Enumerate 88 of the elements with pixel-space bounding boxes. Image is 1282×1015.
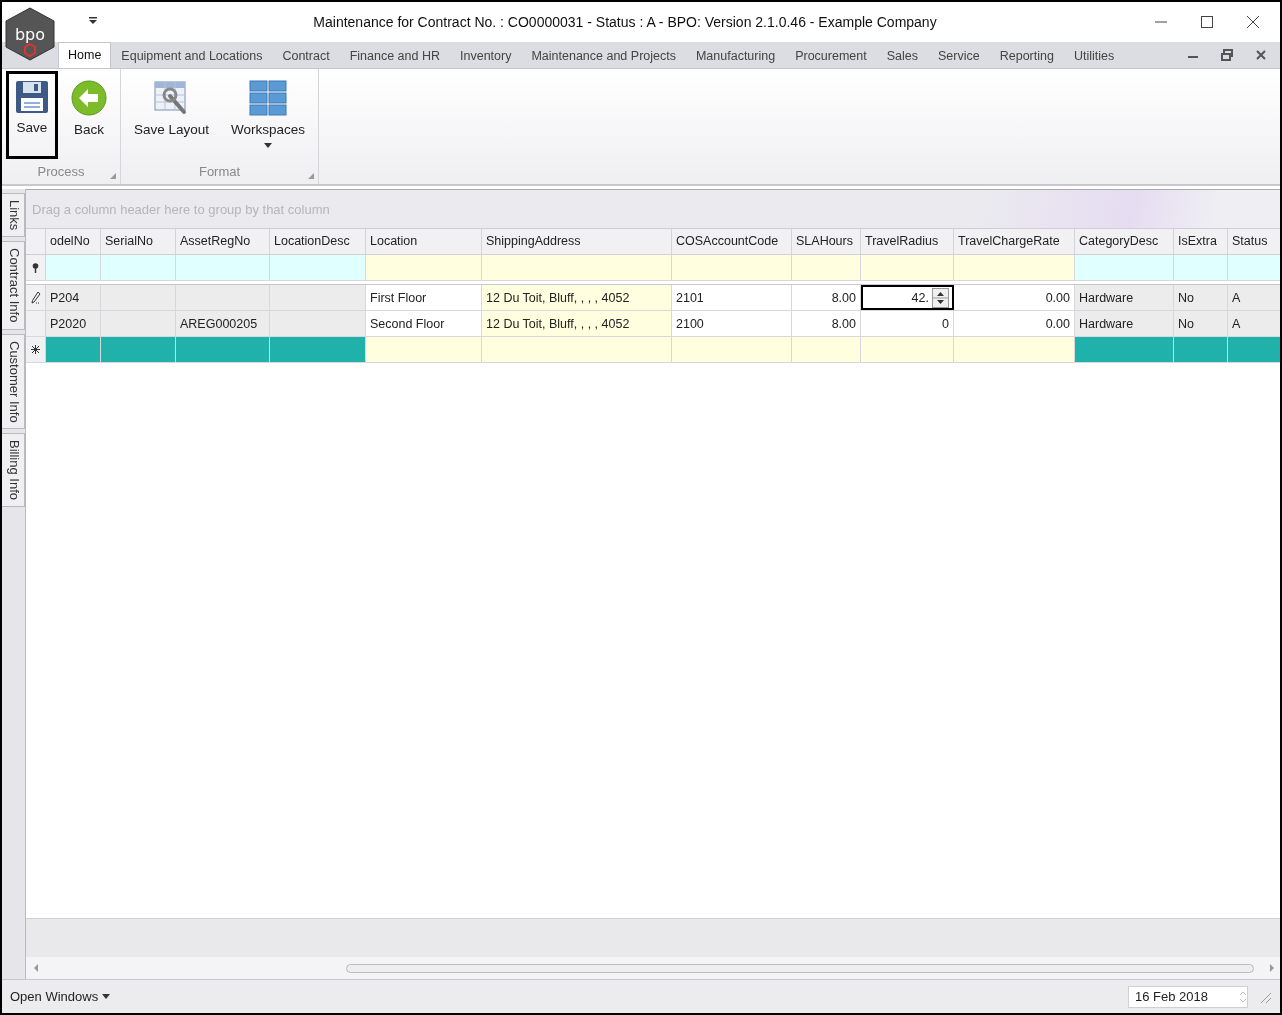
column-header[interactable]: Location [366,229,482,254]
table-cell: A [1228,285,1280,310]
filter-cell[interactable] [1075,255,1174,280]
column-header[interactable]: COSAccountCode [672,229,792,254]
side-tab[interactable]: Links [2,193,25,238]
tile-grid-icon [249,80,288,116]
side-tab[interactable]: Customer Info [2,333,25,430]
ribbon-tab[interactable]: Manufacturing [685,43,786,68]
launcher-icon[interactable] [308,173,315,179]
filter-cell[interactable] [366,255,482,280]
ribbon-tab[interactable]: Equipment and Locations [111,43,273,68]
restore-icon[interactable] [1220,48,1234,62]
spin-field[interactable]: 42. [861,285,954,310]
new-row-cell[interactable] [792,337,861,362]
table-cell: AREG000205 [176,311,270,336]
column-header[interactable]: IsExtra [1174,229,1228,254]
table-cell: P204 [46,285,101,310]
table-cell: A [1228,311,1280,336]
ribbon-button[interactable]: Workspaces [222,71,315,159]
side-tab[interactable]: Billing Info [2,433,25,508]
ribbon-tab[interactable]: Inventory [450,43,522,68]
filter-cell[interactable] [954,255,1075,280]
ribbon-tab[interactable]: Reporting [989,43,1064,68]
ribbon-tab[interactable]: Contract [272,43,340,68]
new-row-cell[interactable] [366,337,482,362]
table-cell: 12 Du Toit, Bluff, , , , 4052 [482,285,672,310]
ribbon-button[interactable]: Back [62,71,116,159]
group-label: Format [198,163,241,179]
new-row-cell[interactable] [861,337,954,362]
column-header[interactable]: TravelRadius [861,229,954,254]
ribbon-tab[interactable]: Procurement [785,43,877,68]
table-cell: P2020 [46,311,101,336]
table-cell: Hardware [1075,285,1174,310]
column-header[interactable]: Status [1228,229,1280,254]
open-windows-menu[interactable]: Open Windows [10,989,111,1004]
column-header[interactable]: AssetRegNo [176,229,270,254]
new-row-icon [31,345,40,354]
ribbon-button[interactable]: Save Layout [125,71,219,159]
column-header[interactable]: CategoryDesc [1075,229,1174,254]
filter-cell[interactable] [861,255,954,280]
filter-cell[interactable] [1228,255,1280,280]
new-row-cell[interactable] [46,337,101,362]
new-row-cell[interactable] [1228,337,1280,362]
new-row-cell[interactable] [954,337,1075,362]
side-tab[interactable]: Contract Info [2,241,25,330]
new-row-cell[interactable] [1075,337,1174,362]
table-cell: No [1174,285,1228,310]
ribbon-tab[interactable]: Home [58,42,112,68]
new-row-cell[interactable] [176,337,270,362]
filter-cell[interactable] [176,255,270,280]
filter-cell[interactable] [1174,255,1228,280]
ribbon-button[interactable]: Save [6,71,58,159]
date-field[interactable]: 16 Feb 2018 [1128,985,1248,1008]
ribbon-tab[interactable]: Finance and HR [339,43,450,68]
new-row-cell[interactable] [270,337,366,362]
close-icon[interactable] [1254,48,1268,62]
caret-icon [264,143,273,148]
ribbon-tab[interactable]: Service [928,43,990,68]
ribbon-tab[interactable]: Maintenance and Projects [521,43,686,68]
quick-access-dropdown-icon[interactable] [88,17,98,25]
filter-cell[interactable] [101,255,176,280]
group-label: Process [37,163,85,179]
new-row-cell[interactable] [1174,337,1228,362]
column-header[interactable]: LocationDesc [270,229,366,254]
window-title: Maintenance for Contract No. : CO0000031 - Status : A - BPO: Version 2.1.0.46 - Example Company [312,14,938,30]
filter-cell[interactable] [672,255,792,280]
new-row-cell[interactable] [482,337,672,362]
spin-arrows-icon[interactable] [932,287,949,308]
launcher-icon[interactable] [110,173,116,179]
ribbon-tab[interactable]: Sales [876,43,928,68]
filter-cell[interactable] [482,255,672,280]
filter-cell[interactable] [46,255,101,280]
filter-cell[interactable] [270,255,366,280]
scrollbar-thumb[interactable] [346,963,1254,973]
column-header[interactable]: odelNo [46,229,101,254]
column-header[interactable]: SerialNo [101,229,176,254]
table-cell: No [1174,311,1228,336]
ribbon-tab[interactable]: Utilities [1063,43,1125,68]
filter-pin-icon [32,262,39,273]
new-row-cell[interactable] [101,337,176,362]
column-header[interactable]: TravelChargeRate [954,229,1075,254]
column-header[interactable]: SLAHours [792,229,861,254]
filter-cell[interactable] [792,255,861,280]
table-cell: 12 Du Toit, Bluff, , , , 4052 [482,311,672,336]
caret-icon [102,994,111,999]
new-row-cell[interactable] [672,337,792,362]
table-cell: Hardware [1075,311,1174,336]
column-header[interactable]: ShippingAddress [482,229,672,254]
